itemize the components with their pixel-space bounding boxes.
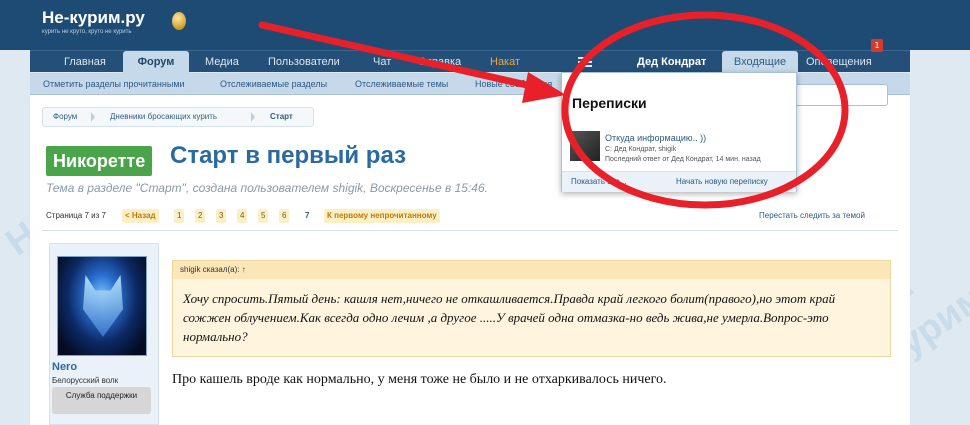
site-slogan: курить не круто, круто не курить <box>42 29 132 35</box>
breadcrumb-arrow-icon <box>251 112 255 122</box>
page-button-current[interactable]: 7 <box>302 209 313 223</box>
page-title: Старт в первый раз <box>170 142 407 169</box>
page-button[interactable]: 4 <box>237 209 248 223</box>
conversation-last-reply: Последний ответ от Дед Кондрат, 14 мин. … <box>605 156 761 163</box>
page-button[interactable]: 1 <box>174 209 185 223</box>
page-button[interactable]: 3 <box>216 209 227 223</box>
divider <box>42 230 898 231</box>
breadcrumb-arrow-icon <box>91 112 95 122</box>
first-unread-button[interactable]: К первому непрочитанному <box>324 209 440 223</box>
tab-users[interactable]: Пользователи <box>268 51 348 73</box>
quote-author[interactable]: shigik сказал(а): ↑ <box>173 261 890 279</box>
thread-prefix[interactable]: Никоретте <box>46 146 153 176</box>
subnav-new-posts[interactable]: Новые сообщения <box>475 73 565 95</box>
tab-help[interactable]: Справка <box>418 51 466 73</box>
quote-text: Хочу спросить.Пятый день: кашля нет,ниче… <box>183 291 836 344</box>
quote-block: shigik сказал(а): ↑ Хочу спросить.Пятый … <box>172 260 891 357</box>
wolf-avatar-image <box>83 275 123 337</box>
subnav-watched-forums[interactable]: Отслеживаемые разделы <box>220 73 327 95</box>
user-menu[interactable]: Дед Кондрат <box>637 51 717 73</box>
conversation-subject[interactable]: Откуда информацию.. )) <box>605 133 706 143</box>
page-button[interactable]: 6 <box>279 209 290 223</box>
subnav-mark-read[interactable]: Отметить разделы прочитанными <box>43 73 185 95</box>
tab-chat[interactable]: Чат <box>373 51 395 73</box>
tab-inbox[interactable]: Входящие <box>722 51 798 73</box>
tab-home[interactable]: Главная <box>64 51 114 73</box>
start-conversation-link[interactable]: Начать новую переписку <box>676 177 768 186</box>
thread-meta: Тема в разделе "Старт", создана пользова… <box>46 181 488 195</box>
tab-forum[interactable]: Форум <box>123 51 189 73</box>
site-logo[interactable]: Не-курим.ру <box>42 8 145 28</box>
tab-nakat[interactable]: Накат <box>490 51 526 73</box>
breadcrumb: Форум Дневники бросающих курить Старт <box>42 107 314 127</box>
menu-icon[interactable] <box>578 57 592 67</box>
search-input[interactable] <box>790 84 888 106</box>
popup-title: Переписки <box>572 95 647 111</box>
page-label: Страница 7 из 7 <box>46 211 106 220</box>
user-title: Белорусский волк <box>52 376 119 385</box>
tab-alerts[interactable]: Оповещения <box>806 51 880 73</box>
popup-footer: Показать все... Начать новую переписку <box>562 171 796 192</box>
site-header: Не-курим.ру курить не круто, круто не ку… <box>0 0 970 50</box>
conversation-avatar[interactable] <box>570 131 600 161</box>
egg-icon <box>172 12 186 30</box>
avatar[interactable] <box>57 256 147 356</box>
show-all-link[interactable]: Показать все... <box>571 177 627 186</box>
user-role-badge: Служба поддержки <box>52 387 151 414</box>
page-button[interactable]: 5 <box>258 209 269 223</box>
unwatch-thread-link[interactable]: Перестать следить за темой <box>759 211 865 220</box>
conversations-popup: Переписки Откуда информацию.. )) С: Дед … <box>561 72 797 192</box>
main-nav: Главная Форум Медиа Пользователи Чат Спр… <box>30 50 910 73</box>
post-text: Про кашель вроде как нормально, у меня т… <box>172 372 667 387</box>
tab-media[interactable]: Медиа <box>205 51 245 73</box>
page-button[interactable]: 2 <box>195 209 206 223</box>
subnav-watched-threads[interactable]: Отслеживаемые темы <box>355 73 448 95</box>
breadcrumb-forum[interactable]: Форум <box>53 108 77 126</box>
breadcrumb-diaries[interactable]: Дневники бросающих курить <box>110 108 217 126</box>
conversation-participants: С: Дед Кондрат, shigik <box>605 146 677 153</box>
alerts-count-badge: 1 <box>871 39 883 52</box>
prev-page-button[interactable]: < Назад <box>122 209 159 223</box>
post-username[interactable]: Nero <box>52 361 77 373</box>
breadcrumb-start[interactable]: Старт <box>270 108 293 126</box>
